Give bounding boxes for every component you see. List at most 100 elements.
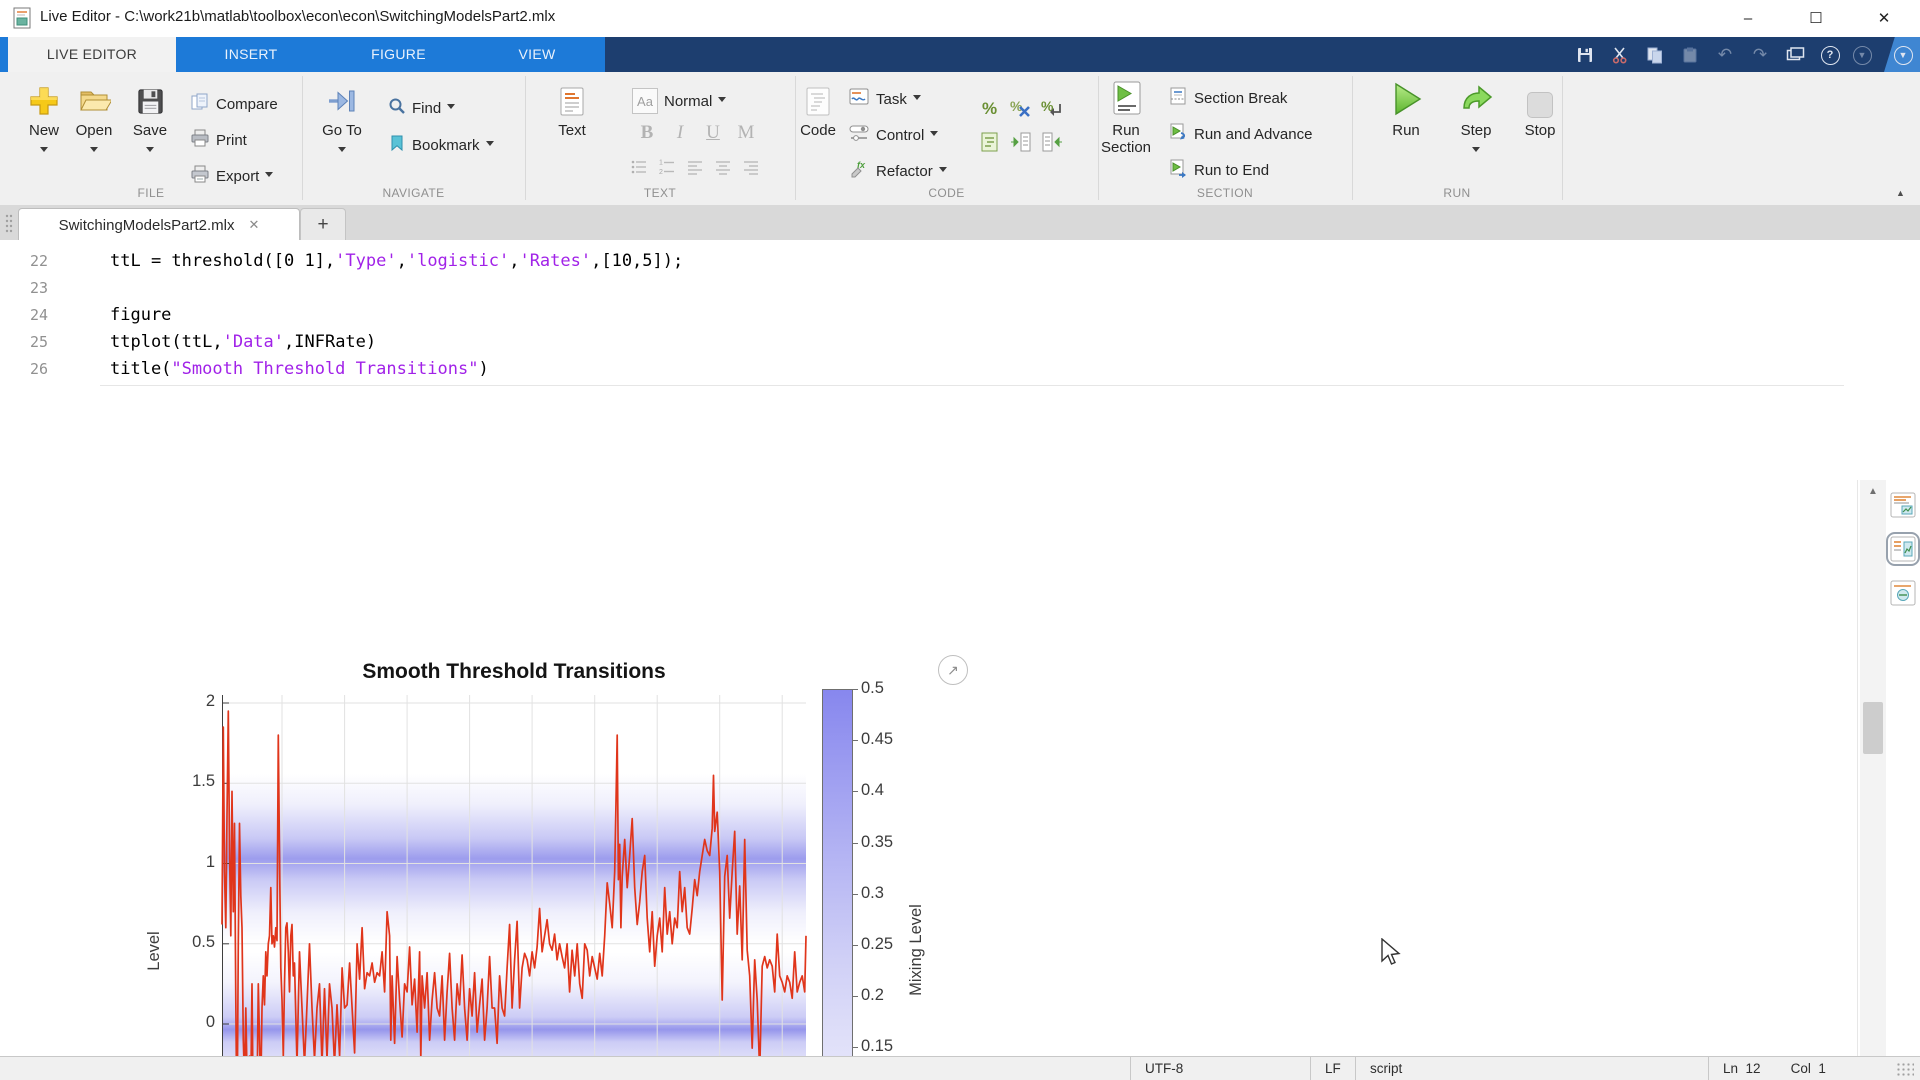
monospace-button[interactable]: M (733, 122, 759, 144)
align-right-icon[interactable] (742, 158, 760, 181)
save-button[interactable]: Save (120, 80, 180, 161)
scrollbar-thumb[interactable] (1863, 702, 1883, 754)
ribbon-tab-row: LIVE EDITOR INSERT FIGURE VIEW ↶ ↷ ? ▼ ▼ (0, 37, 1920, 72)
code-document-icon (788, 80, 848, 118)
refactor-button[interactable]: fx Refactor (848, 158, 947, 184)
code-line[interactable]: 26 title("Smooth Threshold Transitions") (0, 356, 1400, 383)
qa-undo-icon[interactable]: ↶ (1714, 44, 1736, 66)
status-bar: UTF-8 LF script Ln 12 Col 1 (0, 1056, 1920, 1080)
align-center-icon[interactable] (714, 158, 732, 181)
resize-grip[interactable] (1896, 1062, 1914, 1076)
live-editor-canvas[interactable]: 22 ttL = threshold([0 1],'Type','logistic… (0, 240, 1920, 1080)
smart-indent-icon[interactable] (978, 130, 1002, 159)
svg-text:%: % (982, 99, 997, 118)
code-button[interactable]: Code (788, 80, 848, 139)
print-button[interactable]: Print (190, 128, 247, 152)
stop-square-icon (1527, 92, 1553, 118)
run-to-end-button[interactable]: Run to End (1168, 158, 1269, 182)
view-mode-right-icon[interactable] (1886, 532, 1920, 566)
text-button[interactable]: Text (542, 80, 602, 139)
qa-help-icon[interactable]: ? (1819, 44, 1841, 66)
vertical-scrollbar[interactable] (1860, 480, 1886, 1080)
document-tab-label: SwitchingModelsPart2.mlx (58, 216, 235, 234)
run-section-icon (1097, 80, 1155, 118)
code-line[interactable]: 22 ttL = threshold([0 1],'Type','logistic… (0, 248, 1400, 275)
control-button[interactable]: Control (848, 122, 939, 148)
collapse-ribbon-icon[interactable]: ▲ (1896, 188, 1905, 198)
qa-redo-icon[interactable]: ↷ (1749, 44, 1771, 66)
tab-insert[interactable]: INSERT (176, 37, 326, 72)
qa-copy-icon[interactable] (1644, 44, 1666, 66)
tab-figure[interactable]: FIGURE (326, 37, 471, 72)
save-floppy-icon (120, 80, 180, 118)
bold-button[interactable]: B (634, 122, 660, 144)
svg-text:%: % (1010, 98, 1023, 114)
goto-button[interactable]: Go To (312, 80, 372, 161)
run-button[interactable]: Run (1376, 80, 1436, 139)
tab-live-editor[interactable]: LIVE EDITOR (8, 37, 176, 72)
minimize-button[interactable]: – (1728, 6, 1768, 32)
status-position: Ln 12 Col 1 (1708, 1057, 1920, 1080)
plot-area[interactable] (221, 695, 807, 1080)
bullet-list-icon[interactable] (630, 158, 648, 181)
indent-right-icon[interactable] (1009, 130, 1033, 159)
code-line[interactable]: 24 figure (0, 302, 1400, 329)
run-section-button[interactable]: Run Section (1097, 80, 1155, 156)
document-tab-active[interactable]: SwitchingModelsPart2.mlx ✕ (18, 208, 300, 241)
indent-buttons (978, 130, 1064, 159)
compare-button[interactable]: Compare (190, 92, 278, 116)
qa-save-icon[interactable] (1574, 44, 1596, 66)
qa-more-options-icon[interactable]: ▼ (1851, 44, 1873, 66)
align-left-icon[interactable] (686, 158, 704, 181)
text-style-select[interactable]: Aa Normal (632, 88, 727, 114)
wrap-comments-icon[interactable]: % (1040, 96, 1064, 125)
indent-left-icon[interactable] (1040, 130, 1064, 159)
control-slider-icon (848, 122, 870, 148)
section-label-code: CODE (928, 186, 965, 200)
y-axis-label: Level (145, 931, 163, 971)
run-play-icon (1376, 80, 1436, 118)
uncomment-icon[interactable]: % (1009, 96, 1033, 125)
underline-button[interactable]: U (700, 122, 726, 144)
stop-button[interactable]: Stop (1510, 80, 1570, 139)
bookmark-button[interactable]: Bookmark (388, 134, 494, 156)
mouse-cursor (1381, 938, 1401, 965)
code-line[interactable]: 23 (0, 275, 1400, 302)
numbered-list-icon[interactable]: 12 (658, 158, 676, 181)
qa-desktop-window-icon[interactable] (1784, 44, 1806, 66)
view-mode-hide-code-icon[interactable] (1890, 580, 1916, 606)
tab-view[interactable]: VIEW (471, 37, 603, 72)
comment-icon[interactable]: % (978, 96, 1002, 125)
view-mode-inline-icon[interactable] (1890, 492, 1916, 518)
section-label-section: SECTION (1196, 186, 1254, 200)
italic-button[interactable]: I (667, 122, 693, 144)
chart-title: Smooth Threshold Transitions (362, 660, 666, 683)
scroll-up-icon[interactable]: ▲ (1866, 486, 1880, 497)
section-break-button[interactable]: Section Break (1168, 86, 1287, 110)
find-button[interactable]: Find (388, 97, 456, 119)
live-script-icon (12, 7, 32, 34)
status-encoding: UTF-8 (1130, 1057, 1325, 1080)
step-button[interactable]: Step (1446, 80, 1506, 161)
open-button[interactable]: Open (64, 80, 124, 161)
open-in-figure-window-icon[interactable]: ↗ (938, 655, 968, 685)
run-and-advance-button[interactable]: Run and Advance (1168, 122, 1312, 146)
maximize-button[interactable]: ☐ (1796, 6, 1836, 32)
qa-paste-icon[interactable] (1679, 44, 1701, 66)
tabbar-drag-handle[interactable] (4, 213, 14, 238)
svg-text:2: 2 (659, 169, 663, 176)
qa-cut-icon[interactable] (1609, 44, 1631, 66)
svg-text:fx: fx (857, 160, 866, 170)
comment-buttons: % % % (978, 96, 1064, 125)
close-tab-icon[interactable]: ✕ (249, 217, 260, 233)
close-button[interactable]: ✕ (1864, 6, 1904, 32)
task-button[interactable]: Task (848, 86, 921, 112)
code-line[interactable]: 25 ttplot(ttL,'Data',INFRate) (0, 329, 1400, 356)
new-document-tab-button[interactable]: + (300, 208, 346, 241)
list-align-buttons: 12 (630, 158, 760, 181)
col-value: 1 (1818, 1061, 1826, 1076)
code-lines[interactable]: 22 ttL = threshold([0 1],'Type','logistic… (0, 248, 1400, 383)
gallery-expand-icon[interactable]: ▼ (1892, 44, 1914, 66)
print-icon (190, 128, 210, 152)
export-button[interactable]: Export (190, 164, 274, 188)
